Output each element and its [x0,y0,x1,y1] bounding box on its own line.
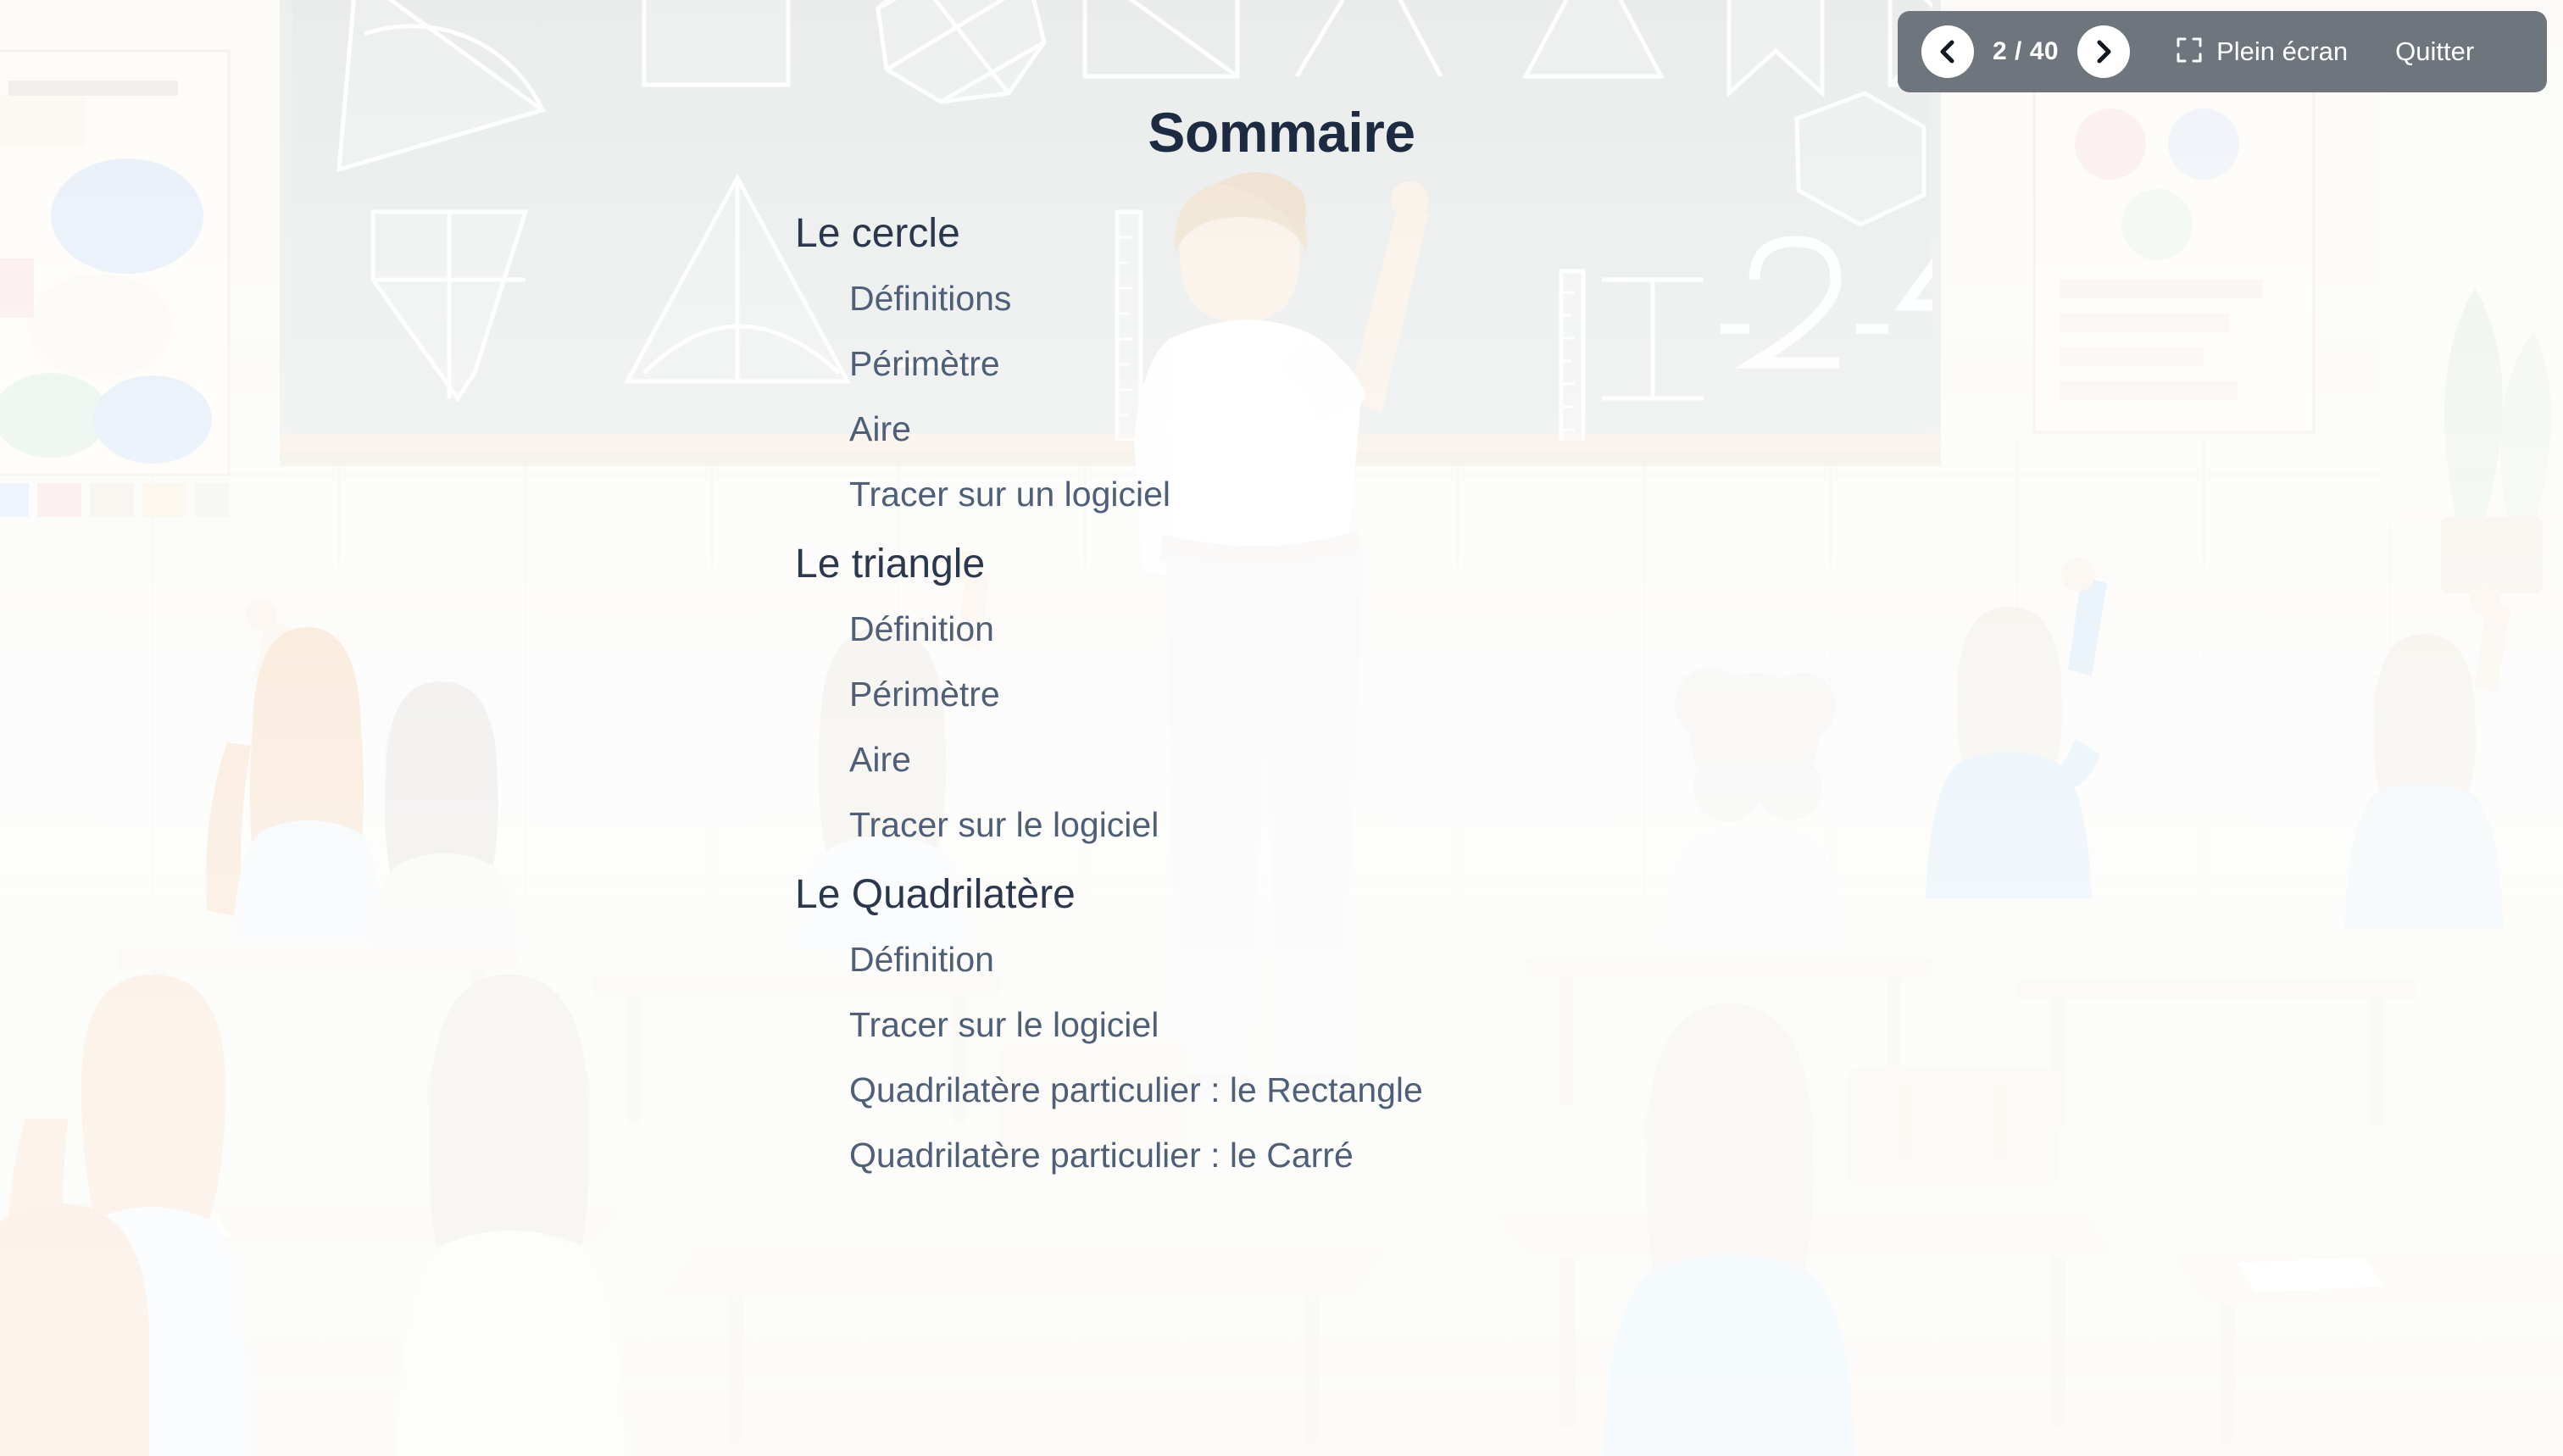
toc-item[interactable]: Définition [849,612,2066,647]
toc-item[interactable]: Aire [849,412,2066,447]
toc-item[interactable]: Périmètre [849,347,2066,381]
toc-item[interactable]: Tracer sur un logiciel [849,477,2066,512]
table-of-contents: Le cercle Définitions Périmètre Aire Tra… [795,214,2066,1203]
toc-heading[interactable]: Le Quadrilatère [795,875,2066,915]
fullscreen-label: Plein écran [2216,36,2349,66]
toc-item[interactable]: Définitions [849,281,2066,316]
toc-section-circle: Le cercle Définitions Périmètre Aire Tra… [795,214,2066,512]
toc-item[interactable]: Quadrilatère particulier : le Carré [849,1138,2066,1173]
exit-button[interactable]: Quitter [2395,36,2474,67]
chevron-left-icon [1937,39,1959,64]
page-title: Sommaire [1148,101,1415,164]
slide-content: Sommaire Le cercle Définitions Périmètre… [0,0,2563,1456]
toc-item[interactable]: Tracer sur le logiciel [849,808,2066,842]
page-counter: 2 / 40 [1993,37,2060,65]
previous-slide-button[interactable] [1921,25,1974,78]
fullscreen-expand-icon [2176,36,2203,68]
toc-item[interactable]: Périmètre [849,677,2066,712]
toc-item[interactable]: Aire [849,742,2066,777]
toc-item[interactable]: Tracer sur le logiciel [849,1008,2066,1042]
toc-item[interactable]: Quadrilatère particulier : le Rectangle [849,1073,2066,1108]
chevron-right-icon [2093,39,2115,64]
toc-heading[interactable]: Le triangle [795,544,2066,585]
fullscreen-button[interactable]: Plein écran [2176,36,2348,68]
toc-section-quadrilateral: Le Quadrilatère Définition Tracer sur le… [795,875,2066,1173]
toc-item[interactable]: Définition [849,942,2066,977]
next-slide-button[interactable] [2077,25,2131,78]
presentation-toolbar: 2 / 40 Plein écran Quitter [1898,11,2547,92]
toc-heading[interactable]: Le cercle [795,214,2066,254]
toc-section-triangle: Le triangle Définition Périmètre Aire Tr… [795,544,2066,842]
